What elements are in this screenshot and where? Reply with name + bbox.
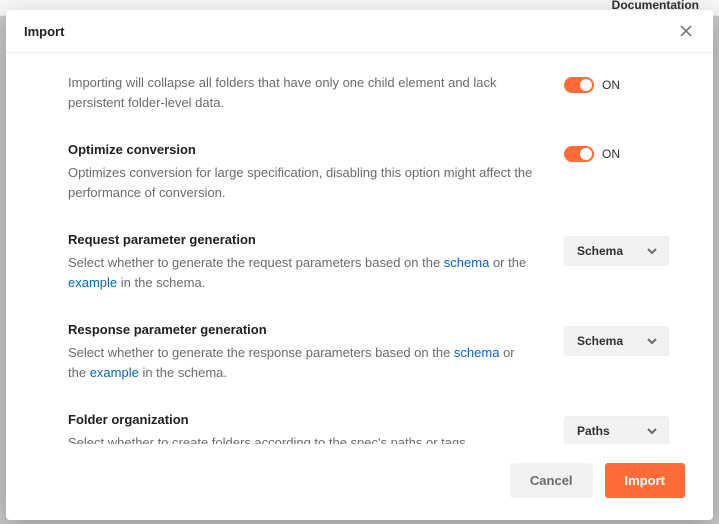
modal-footer: Cancel Import	[6, 444, 713, 520]
chevron-down-icon	[646, 425, 658, 437]
option-text: Optimize conversion Optimizes conversion…	[68, 142, 534, 202]
option-text: Folder organization Select whether to cr…	[68, 412, 534, 444]
select-value: Schema	[577, 334, 623, 348]
modal-title: Import	[24, 24, 64, 39]
desc-text: in the schema.	[117, 275, 205, 290]
option-text: Request parameter generation Select whet…	[68, 232, 534, 292]
option-description: Select whether to create folders accordi…	[68, 433, 534, 444]
option-folder-organization: Folder organization Select whether to cr…	[68, 412, 669, 444]
option-optimize-conversion: Optimize conversion Optimizes conversion…	[68, 142, 669, 202]
desc-text: in the schema.	[139, 365, 227, 380]
option-title: Request parameter generation	[68, 232, 534, 247]
collapse-toggle[interactable]: ON	[564, 77, 620, 93]
toggle-label: ON	[602, 147, 620, 161]
import-button[interactable]: Import	[605, 463, 685, 498]
chevron-down-icon	[646, 335, 658, 347]
option-control: ON	[564, 73, 669, 93]
modal-header: Import	[6, 10, 713, 53]
option-control: ON	[564, 142, 669, 162]
toggle-track	[564, 146, 594, 162]
option-description: Select whether to generate the request p…	[68, 253, 534, 292]
option-description: Importing will collapse all folders that…	[68, 73, 534, 112]
import-modal: Import Importing will collapse all folde…	[6, 10, 713, 520]
schema-link[interactable]: schema	[454, 345, 500, 360]
modal-body[interactable]: Importing will collapse all folders that…	[6, 53, 713, 444]
option-request-param-generation: Request parameter generation Select whet…	[68, 232, 669, 292]
chevron-down-icon	[646, 245, 658, 257]
close-button[interactable]	[675, 20, 697, 42]
modal-body-wrap: Importing will collapse all folders that…	[6, 53, 713, 444]
option-description: Select whether to generate the response …	[68, 343, 534, 382]
option-title: Optimize conversion	[68, 142, 534, 157]
option-control: Schema	[564, 232, 669, 266]
request-param-select[interactable]: Schema	[564, 236, 669, 266]
folder-org-select[interactable]: Paths	[564, 416, 669, 444]
select-value: Paths	[577, 424, 610, 438]
schema-link[interactable]: schema	[444, 255, 490, 270]
toggle-track	[564, 77, 594, 93]
toggle-thumb	[580, 148, 592, 160]
cancel-button[interactable]: Cancel	[510, 463, 593, 498]
optimize-toggle[interactable]: ON	[564, 146, 620, 162]
desc-text: or the	[489, 255, 526, 270]
toggle-label: ON	[602, 78, 620, 92]
example-link[interactable]: example	[90, 365, 139, 380]
example-link[interactable]: example	[68, 275, 117, 290]
response-param-select[interactable]: Schema	[564, 326, 669, 356]
desc-text: Select whether to generate the request p…	[68, 255, 444, 270]
option-title: Response parameter generation	[68, 322, 534, 337]
option-title: Folder organization	[68, 412, 534, 427]
desc-text: Select whether to generate the response …	[68, 345, 454, 360]
toggle-thumb	[580, 79, 592, 91]
option-response-param-generation: Response parameter generation Select whe…	[68, 322, 669, 382]
close-icon	[679, 24, 693, 38]
option-text: Importing will collapse all folders that…	[68, 73, 534, 112]
option-text: Response parameter generation Select whe…	[68, 322, 534, 382]
select-value: Schema	[577, 244, 623, 258]
option-control: Paths	[564, 412, 669, 444]
option-collapse-folders: Importing will collapse all folders that…	[68, 73, 669, 112]
option-description: Optimizes conversion for large specifica…	[68, 163, 534, 202]
option-control: Schema	[564, 322, 669, 356]
